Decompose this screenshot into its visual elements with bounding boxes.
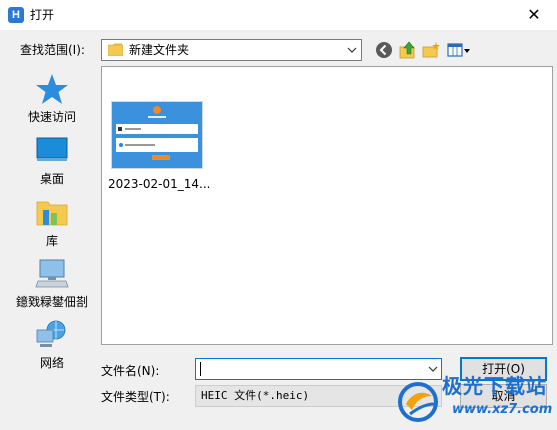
- watermark: 极光下载站 www.xz7.com: [392, 372, 557, 430]
- folder-icon: [108, 43, 123, 56]
- chevron-down-icon: [347, 47, 357, 53]
- filetype-label: 文件类型(T):: [101, 390, 170, 404]
- place-desktop[interactable]: 桌面: [8, 134, 96, 186]
- place-label: 鐿戣粶鐢佃剳: [15, 295, 88, 309]
- place-label: 桌面: [39, 172, 64, 186]
- filename-label: 文件名(N):: [101, 364, 160, 378]
- place-network[interactable]: 网络: [8, 318, 96, 370]
- file-name: 2023-02-01_14...: [108, 177, 211, 191]
- computer-icon: [35, 259, 69, 288]
- text-caret: [200, 362, 201, 376]
- library-icon: [36, 201, 68, 226]
- lookin-dropdown[interactable]: 新建文件夹: [101, 39, 362, 61]
- network-icon: [36, 320, 66, 347]
- close-button[interactable]: ✕: [511, 0, 557, 30]
- desktop-icon: [36, 137, 68, 161]
- watermark-name: 极光下载站: [442, 374, 547, 398]
- file-list[interactable]: 2023-02-01_14...: [101, 66, 553, 345]
- view-menu-icon[interactable]: [446, 40, 472, 60]
- lookin-label: 查找范围(I):: [20, 43, 85, 57]
- watermark-url: www.xz7.com: [452, 402, 553, 417]
- up-folder-icon[interactable]: [398, 40, 418, 60]
- place-computer[interactable]: 鐿戣粶鐢佃剳: [8, 257, 96, 309]
- watermark-logo-icon: [398, 382, 438, 422]
- new-folder-icon[interactable]: [421, 40, 441, 60]
- place-label: 网络: [39, 356, 64, 370]
- window-title: 打开: [30, 8, 55, 22]
- place-quick-access[interactable]: 快速访问: [8, 72, 96, 124]
- places-bar: 快速访问 桌面 库 鐿戣粶鐢佃剳 网络: [8, 66, 96, 406]
- app-icon: H: [8, 7, 24, 23]
- file-thumbnail: [111, 101, 203, 169]
- back-icon[interactable]: [374, 40, 394, 60]
- filetype-value: HEIC 文件(*.heic): [201, 389, 310, 402]
- star-icon: [36, 74, 68, 104]
- lookin-value: 新建文件夹: [129, 43, 190, 57]
- place-label: 快速访问: [27, 110, 76, 124]
- title-bar: H 打开 ✕: [0, 0, 557, 30]
- place-library[interactable]: 库: [8, 196, 96, 248]
- place-label: 库: [45, 234, 58, 248]
